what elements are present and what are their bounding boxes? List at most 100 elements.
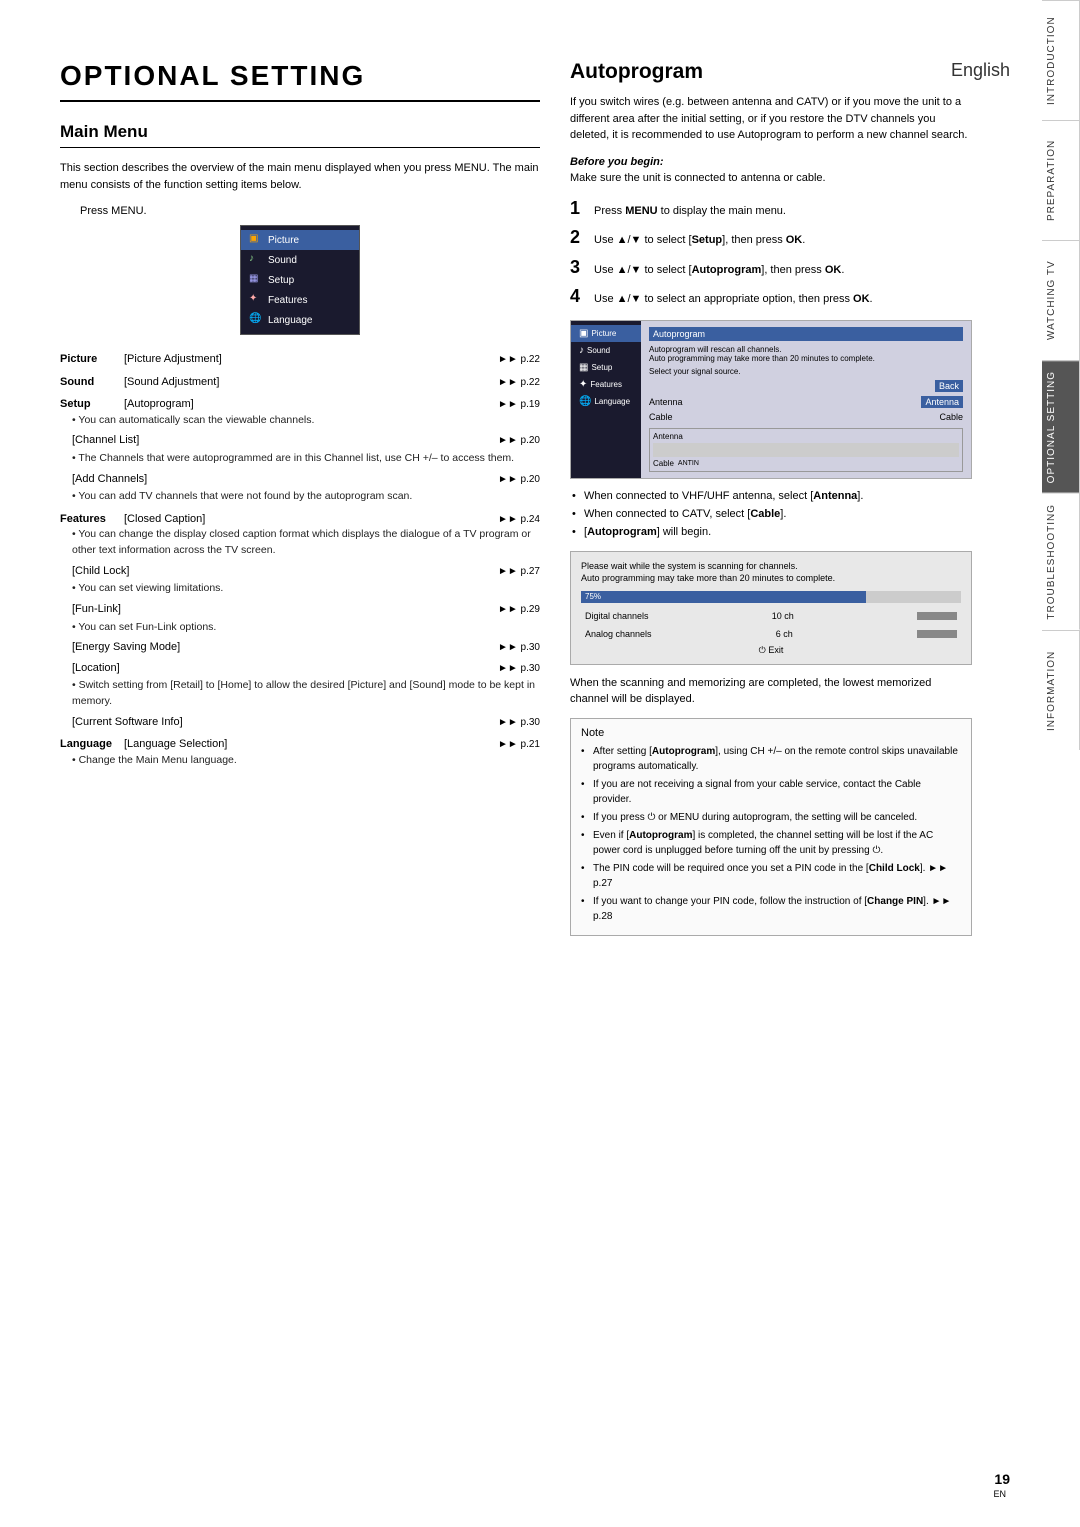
autoprog-menu-features: ✦ Features — [571, 376, 641, 393]
autoprog-menu-picture: ▣ Picture — [571, 325, 641, 342]
addchannels-page: ►► p.20 — [485, 472, 540, 487]
autoprog-note-text: Autoprogram will rescan all channels.Aut… — [649, 345, 963, 363]
addchannels-name: [Add Channels] — [72, 471, 485, 488]
autoprog-cable-label2: Cable — [653, 459, 674, 468]
progress-screenshot: Please wait while the system is scanning… — [570, 551, 972, 665]
autoprog-language-label: Language — [594, 397, 630, 406]
autoprog-menu-sound: ♪ Sound — [571, 342, 641, 359]
setup-page-ref-autoprogram: ►► p.19 — [485, 397, 540, 412]
note-list: After setting [Autoprogram], using CH +/… — [581, 744, 961, 924]
step-4: 4 Use ▲/▼ to select an appropriate optio… — [570, 286, 972, 308]
softwareinfo-page: ►► p.30 — [485, 715, 540, 730]
setup-icon: ▦ — [249, 273, 263, 287]
autoprog-setup-label: Setup — [591, 363, 612, 372]
step-number-3: 3 — [570, 257, 594, 278]
autoprog-picture-label: Picture — [591, 329, 616, 338]
menu-row-sound: ♪ Sound — [241, 250, 359, 270]
category-setup: Setup — [60, 396, 120, 413]
location-bullet: • Switch setting from [Retail] to [Home]… — [72, 678, 540, 710]
sub-item-childlock: [Child Lock] ►► p.27 — [72, 563, 540, 580]
funlink-bullet: • You can set Fun-Link options. — [72, 620, 540, 636]
autoprog-cable-row: Cable ANTIN — [653, 459, 959, 468]
picture-icon: ▣ — [249, 233, 263, 247]
side-tab-information[interactable]: INFORMATION — [1042, 630, 1080, 750]
picture-item-name: [Picture Adjustment] — [124, 351, 481, 368]
menu-entry-row-picture: Picture [Picture Adjustment] ►► p.22 — [60, 351, 540, 368]
childlock-page: ►► p.27 — [485, 564, 540, 579]
step-text-2: Use ▲/▼ to select [Setup], then press OK… — [594, 232, 805, 249]
digital-channels-label: Digital channels — [585, 611, 649, 621]
menu-row-picture: ▣ Picture — [241, 230, 359, 250]
menu-image-container: ▣ Picture ♪ Sound ▦ Setup ✦ — [60, 225, 540, 335]
autoprog-sound-icon: ♪ — [579, 345, 584, 356]
autoprog-right-panel: Autoprogram Autoprogram will rescan all … — [641, 321, 971, 478]
exit-icon: ⏻ — [759, 645, 766, 655]
digital-channels-value: 10 ch — [772, 611, 794, 621]
left-column: OPTIONAL SETTING Main Menu This section … — [60, 60, 540, 936]
autoprog-antenna-label: Antenna — [653, 432, 959, 441]
sub-title: Main Menu — [60, 122, 540, 148]
funlink-name: [Fun-Link] — [72, 601, 485, 618]
before-begin-label: Before you begin: — [570, 156, 972, 168]
step-number-1: 1 — [570, 198, 594, 219]
menu-label-picture: Picture — [268, 235, 299, 246]
autoprog-menu-language: 🌐 Language — [571, 393, 641, 410]
autoprog-left-menu: ▣ Picture ♪ Sound ▦ Setup ✦ — [571, 321, 641, 478]
autoprog-language-icon: 🌐 — [579, 396, 591, 407]
childlock-bullet: • You can set viewing limitations. — [72, 581, 540, 597]
analog-channels-label: Analog channels — [585, 629, 652, 639]
step-text-3: Use ▲/▼ to select [Autoprogram], then pr… — [594, 262, 844, 279]
menu-label-setup: Setup — [268, 275, 294, 286]
menu-entry-picture: Picture [Picture Adjustment] ►► p.22 — [60, 351, 540, 368]
category-features: Features — [60, 511, 120, 528]
main-content: OPTIONAL SETTING Main Menu This section … — [0, 0, 1042, 996]
note-title: Note — [581, 727, 961, 739]
childlock-name: [Child Lock] — [72, 563, 485, 580]
side-tab-introduction[interactable]: INTRODUCTION — [1042, 0, 1080, 120]
note-item-3: If you press ⏻ or MENU during autoprogra… — [581, 810, 961, 825]
energysaving-name: [Energy Saving Mode] — [72, 639, 485, 656]
energysaving-page: ►► p.30 — [485, 640, 540, 655]
autoprog-setup-icon: ▦ — [579, 362, 588, 373]
note-item-1: After setting [Autoprogram], using CH +/… — [581, 744, 961, 774]
language-icon: 🌐 — [249, 313, 263, 327]
autoprog-antennain-label: ANTIN — [678, 460, 699, 467]
language-page: ►► p.21 — [485, 737, 540, 752]
side-tab-troubleshooting[interactable]: TROUBLESHOOTING — [1042, 493, 1080, 630]
menu-mockup: ▣ Picture ♪ Sound ▦ Setup ✦ — [240, 225, 360, 335]
category-language: Language — [60, 736, 120, 753]
note-item-5: The PIN code will be required once you s… — [581, 861, 961, 891]
side-tabs: INTRODUCTION PREPARATION WATCHING TV OPT… — [1042, 0, 1080, 1527]
autoprog-features-icon: ✦ — [579, 379, 587, 390]
menu-row-language: 🌐 Language — [241, 310, 359, 330]
side-tab-preparation[interactable]: PREPARATION — [1042, 120, 1080, 240]
note-item-2: If you are not receiving a signal from y… — [581, 777, 961, 807]
digital-channel-bar — [917, 612, 957, 620]
autoprog-label-antenna: Antenna — [649, 397, 683, 407]
autoprog-sound-label: Sound — [587, 346, 610, 355]
page-container: English INTRODUCTION PREPARATION WATCHIN… — [0, 0, 1080, 1527]
autoprog-select-text: Select your signal source. — [649, 367, 963, 376]
channellist-bullet: • The Channels that were autoprogrammed … — [72, 451, 540, 467]
exit-row: ⏻ Exit — [581, 645, 961, 656]
side-tab-watching-tv[interactable]: WATCHING TV — [1042, 240, 1080, 360]
autoprog-option-antenna: Antenna — [921, 396, 963, 408]
step-text-4: Use ▲/▼ to select an appropriate option,… — [594, 291, 873, 308]
menu-label-language: Language — [268, 315, 313, 326]
step-list: 1 Press MENU to display the main menu. 2… — [570, 198, 972, 308]
location-page: ►► p.30 — [485, 661, 540, 676]
progress-text: Please wait while the system is scanning… — [581, 560, 961, 585]
picture-page-ref: ►► p.22 — [485, 352, 540, 367]
before-begin-text: Make sure the unit is connected to anten… — [570, 172, 972, 184]
menu-entry-row-sound: Sound [Sound Adjustment] ►► p.22 — [60, 374, 540, 391]
sound-item-name: [Sound Adjustment] — [124, 374, 481, 391]
features-icon: ✦ — [249, 293, 263, 307]
page-number: 19 — [994, 1471, 1010, 1487]
sound-icon: ♪ — [249, 253, 263, 267]
bullets-after-screenshot: When connected to VHF/UHF antenna, selec… — [570, 489, 972, 541]
language-bullet: • Change the Main Menu language. — [72, 753, 540, 769]
setup-bullet-autoprogram: • You can automatically scan the viewabl… — [72, 413, 540, 429]
channellist-page: ►► p.20 — [485, 433, 540, 448]
step-1: 1 Press MENU to display the main menu. — [570, 198, 972, 220]
side-tab-optional-setting[interactable]: OPTIONAL SETTING — [1042, 360, 1080, 493]
